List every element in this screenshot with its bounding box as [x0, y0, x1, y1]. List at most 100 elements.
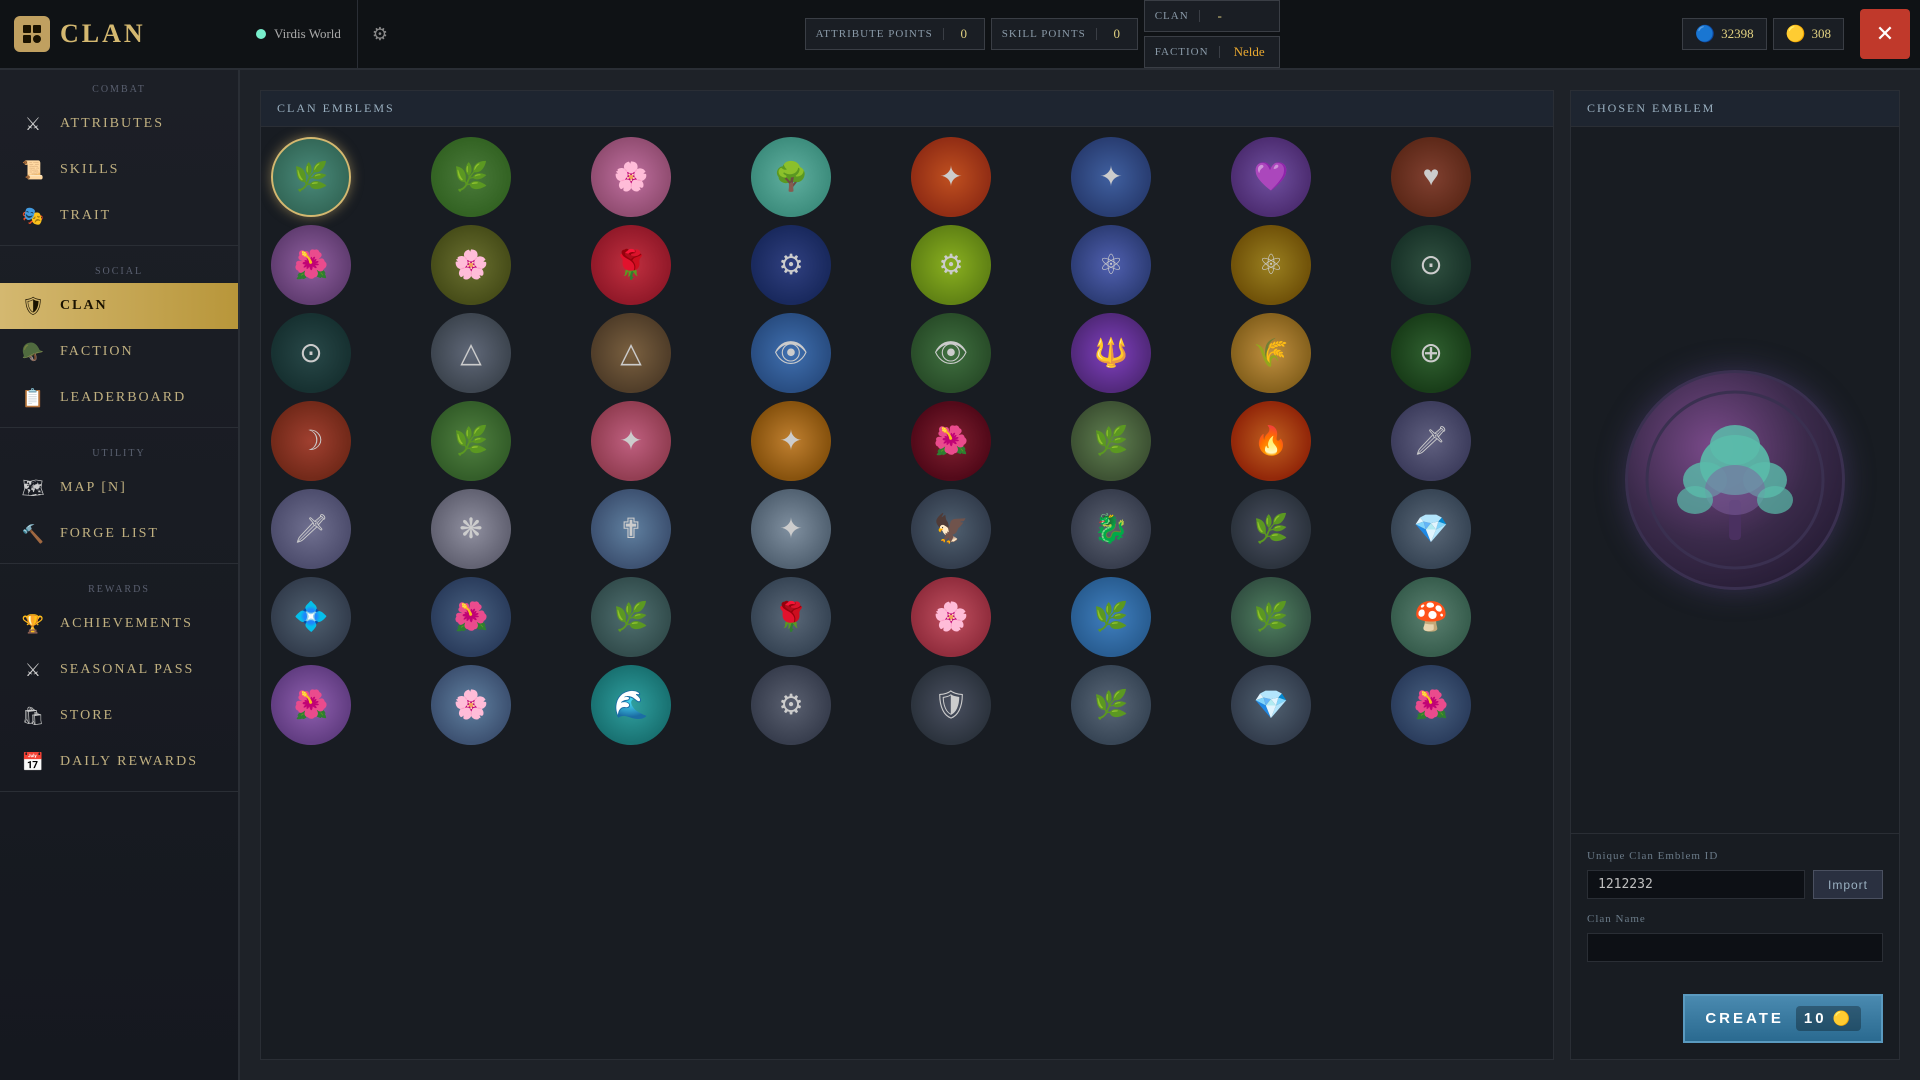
emblem-item[interactable]: 🌿 [591, 577, 671, 657]
emblem-item[interactable]: 🔱 [1071, 313, 1151, 393]
emblem-item[interactable]: 🌾 [1231, 313, 1311, 393]
clan-faction-group: CLAN - FACTION Nelde [1144, 0, 1280, 68]
emblem-item[interactable]: ✦ [751, 401, 831, 481]
sidebar-item-map[interactable]: 🗺MAP [N] [0, 465, 238, 511]
emblems-panel-header: CLAN EMBLEMS [261, 91, 1553, 127]
emblem-item[interactable]: 🌿 [1071, 665, 1151, 745]
topbar: CLAN Virdis World ⚙ ATTRIBUTE POINTS 0 S… [0, 0, 1920, 70]
sidebar-icon-leaderboard: 📋 [20, 385, 46, 411]
sidebar-item-faction[interactable]: 🪖FACTION [0, 329, 238, 375]
emblem-item[interactable]: ✦ [591, 401, 671, 481]
sidebar-item-trait[interactable]: 🎭TRAIT [0, 193, 238, 239]
emblem-item[interactable]: 💜 [1231, 137, 1311, 217]
sidebar-item-achievements[interactable]: 🏆ACHIEVEMENTS [0, 601, 238, 647]
sidebar-item-seasonal[interactable]: ⚔SEASONAL PASS [0, 647, 238, 693]
emblem-item[interactable]: 🌺 [1391, 665, 1471, 745]
emblem-item[interactable]: ♥ [1391, 137, 1471, 217]
emblem-item[interactable]: △ [431, 313, 511, 393]
clan-value: - [1200, 8, 1240, 24]
emblem-item[interactable]: ❋ [431, 489, 511, 569]
close-button[interactable]: ✕ [1860, 9, 1910, 59]
import-button[interactable]: Import [1813, 870, 1883, 899]
chosen-emblem-large [1625, 370, 1845, 590]
emblem-item[interactable]: 🍄 [1391, 577, 1471, 657]
emblem-item[interactable]: 🌸 [431, 225, 511, 305]
sidebar-item-leaderboard[interactable]: 📋LEADERBOARD [0, 375, 238, 421]
emblem-item[interactable]: 🌊 [591, 665, 671, 745]
emblem-item[interactable]: 🌿 [1071, 577, 1151, 657]
emblem-item[interactable]: 🌺 [431, 577, 511, 657]
sidebar-icon-seasonal: ⚔ [20, 657, 46, 683]
emblem-item[interactable]: 🌿 [271, 137, 351, 217]
emblem-item[interactable]: △ [591, 313, 671, 393]
emblem-item[interactable]: 🔥 [1231, 401, 1311, 481]
sidebar-item-forgelist[interactable]: 🔨FORGE LIST [0, 511, 238, 557]
emblem-item[interactable]: ⚙ [911, 225, 991, 305]
logo-area: CLAN [0, 16, 240, 52]
sidebar-item-skills[interactable]: 📜SKILLS [0, 147, 238, 193]
faction-label: FACTION [1145, 46, 1220, 58]
emblem-item[interactable]: 🌿 [1071, 401, 1151, 481]
emblem-item[interactable]: 💠 [271, 577, 351, 657]
emblem-item[interactable]: 🐉 [1071, 489, 1151, 569]
emblem-item[interactable]: ⚛ [1071, 225, 1151, 305]
emblem-item[interactable]: ⊙ [271, 313, 351, 393]
sidebar-item-daily[interactable]: 📅DAILY REWARDS [0, 739, 238, 785]
main-content: CLAN EMBLEMS 🌿🌿🌸🌳✦✦💜♥🌺🌸🌹⚙⚙⚛⚛⊙⊙△△👁👁🔱🌾⊕☽🌿✦… [240, 70, 1920, 1080]
sidebar-item-attributes[interactable]: ⚔ATTRIBUTES [0, 101, 238, 147]
emblem-item[interactable]: 🌹 [591, 225, 671, 305]
currency2-amount: 308 [1812, 26, 1832, 42]
create-button[interactable]: CREATE 10 🟡 [1683, 994, 1883, 1043]
attribute-points-label: ATTRIBUTE POINTS [806, 28, 944, 40]
world-tab[interactable]: Virdis World [240, 0, 358, 68]
emblem-item[interactable]: 🌿 [1231, 489, 1311, 569]
emblem-item[interactable]: 🌺 [911, 401, 991, 481]
emblem-id-input[interactable] [1587, 870, 1805, 899]
world-name: Virdis World [274, 26, 341, 42]
emblem-item[interactable]: ⚛ [1231, 225, 1311, 305]
emblem-item[interactable]: ⊕ [1391, 313, 1471, 393]
emblem-item[interactable]: ⚙ [751, 225, 831, 305]
currency1-amount: 32398 [1721, 26, 1754, 42]
emblem-item[interactable]: ⊙ [1391, 225, 1471, 305]
emblem-item[interactable]: 🌹 [751, 577, 831, 657]
emblem-item[interactable]: ✦ [1071, 137, 1151, 217]
emblem-item[interactable]: 🗡 [271, 489, 351, 569]
emblem-item[interactable]: 💎 [1231, 665, 1311, 745]
sidebar-item-clan[interactable]: 🛡CLAN [0, 283, 238, 329]
emblem-item[interactable]: ☽ [271, 401, 351, 481]
emblem-item[interactable]: ✟ [591, 489, 671, 569]
emblem-item[interactable]: ✦ [911, 137, 991, 217]
emblems-grid: 🌿🌿🌸🌳✦✦💜♥🌺🌸🌹⚙⚙⚛⚛⊙⊙△△👁👁🔱🌾⊕☽🌿✦✦🌺🌿🔥🗡🗡❋✟✦🦅🐉🌿💎… [271, 137, 1543, 745]
emblem-item[interactable]: ⚙ [751, 665, 831, 745]
emblem-item[interactable]: 🌿 [431, 401, 511, 481]
emblem-item[interactable]: ✦ [751, 489, 831, 569]
emblem-item[interactable]: 🌺 [271, 225, 351, 305]
emblem-item[interactable]: 🌿 [431, 137, 511, 217]
skill-points-value: 0 [1097, 26, 1137, 42]
clan-label: CLAN [1145, 10, 1200, 22]
sidebar-section-utility: UTILITY [0, 434, 238, 465]
sidebar-label-trait: TRAIT [60, 208, 111, 224]
emblem-item[interactable]: 🌸 [431, 665, 511, 745]
emblem-item[interactable]: 👁 [911, 313, 991, 393]
emblem-item[interactable]: 🌸 [911, 577, 991, 657]
emblem-item[interactable]: 🌸 [591, 137, 671, 217]
settings-button[interactable]: ⚙ [358, 0, 402, 68]
sidebar-item-store[interactable]: 🛍STORE [0, 693, 238, 739]
emblem-item[interactable]: 🗡 [1391, 401, 1471, 481]
emblem-item[interactable]: 🌿 [1231, 577, 1311, 657]
emblem-item[interactable]: 🛡 [911, 665, 991, 745]
emblems-grid-container[interactable]: 🌿🌿🌸🌳✦✦💜♥🌺🌸🌹⚙⚙⚛⚛⊙⊙△△👁👁🔱🌾⊕☽🌿✦✦🌺🌿🔥🗡🗡❋✟✦🦅🐉🌿💎… [261, 127, 1553, 1059]
currency1-icon: 🔵 [1695, 24, 1715, 44]
app-logo: CLAN [60, 19, 146, 49]
clan-name-input[interactable] [1587, 933, 1883, 962]
emblem-item[interactable]: 👁 [751, 313, 831, 393]
emblem-item[interactable]: 🌳 [751, 137, 831, 217]
emblem-item[interactable]: 🌺 [271, 665, 351, 745]
emblem-item[interactable]: 💎 [1391, 489, 1471, 569]
sidebar: COMBAT⚔ATTRIBUTES📜SKILLS🎭TRAITSOCIAL🛡CLA… [0, 70, 240, 1080]
emblem-item[interactable]: 🦅 [911, 489, 991, 569]
sidebar-icon-faction: 🪖 [20, 339, 46, 365]
sidebar-label-clan: CLAN [60, 298, 108, 314]
